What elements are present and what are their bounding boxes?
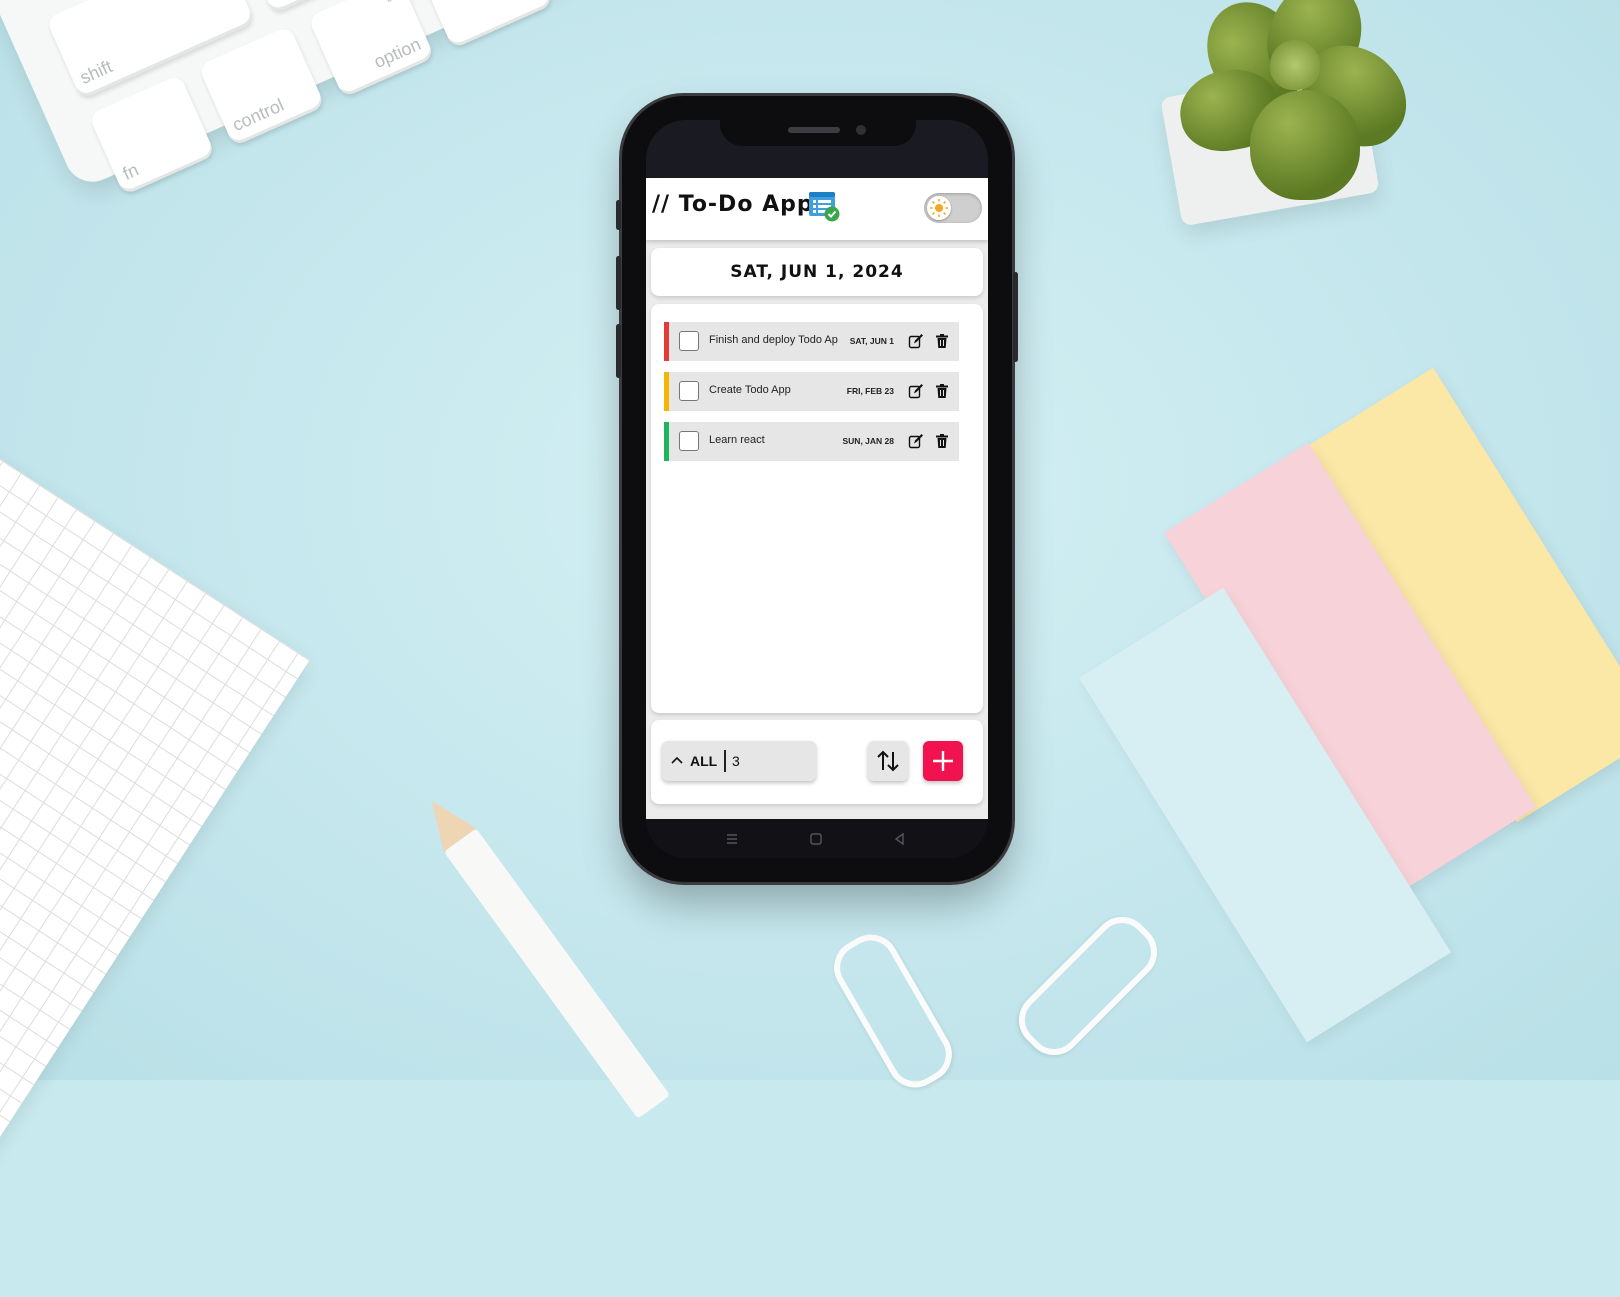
home-icon[interactable]	[808, 831, 824, 847]
todo-text: Finish and deploy Todo Ap	[709, 334, 838, 346]
trash-icon[interactable]	[934, 433, 950, 449]
app-header: // To-Do App	[646, 178, 988, 240]
theme-toggle[interactable]	[924, 193, 982, 223]
priority-bar	[664, 372, 669, 411]
todo-checkbox[interactable]	[679, 331, 699, 351]
trash-icon[interactable]	[934, 333, 950, 349]
pencil	[443, 828, 671, 1119]
current-date: SAT, JUN 1, 2024	[651, 248, 983, 296]
sun-icon	[927, 196, 951, 220]
key	[417, 0, 554, 49]
todo-item[interactable]: Finish and deploy Todo Ap SAT, JUN 1	[664, 322, 959, 361]
key-control: control	[198, 25, 326, 147]
add-todo-button[interactable]	[923, 741, 963, 781]
priority-bar	[664, 422, 669, 461]
todo-list: Finish and deploy Todo Ap SAT, JUN 1 Cre…	[651, 304, 983, 713]
key-fn: fn	[88, 74, 216, 196]
system-nav-bar	[646, 819, 988, 858]
todo-date: FRI, FEB 23	[846, 386, 894, 396]
todo-checkbox[interactable]	[679, 381, 699, 401]
todo-checkbox[interactable]	[679, 431, 699, 451]
edit-icon[interactable]	[908, 333, 924, 349]
plus-icon	[933, 751, 953, 771]
notch	[720, 120, 916, 146]
todo-item[interactable]: Learn react SUN, JAN 28	[664, 422, 959, 461]
paper-clip	[1007, 905, 1169, 1067]
filter-label: ALL	[690, 753, 718, 769]
edit-icon[interactable]	[908, 383, 924, 399]
todo-item[interactable]: Create Todo App FRI, FEB 23	[664, 372, 959, 411]
sort-icon	[877, 750, 899, 772]
chevron-up-icon	[671, 756, 683, 764]
keyboard: shift fn control alt option	[0, 0, 718, 196]
sort-button[interactable]	[868, 741, 908, 781]
priority-bar	[664, 322, 669, 361]
phone-screen: // To-Do App SAT, JUN 1, 2024 Finish and…	[646, 120, 988, 858]
spiral-notebook	[0, 355, 310, 1297]
app-title: // To-Do App	[652, 192, 814, 217]
edit-icon[interactable]	[908, 433, 924, 449]
back-icon[interactable]	[892, 831, 908, 847]
phone: // To-Do App SAT, JUN 1, 2024 Finish and…	[616, 96, 1018, 882]
checklist-icon	[809, 192, 840, 222]
menu-icon[interactable]	[724, 831, 740, 847]
todo-date: SUN, JAN 28	[842, 436, 895, 446]
todo-text: Learn react	[709, 434, 765, 446]
desk-background: shift fn control alt option	[0, 0, 1620, 1297]
todo-text: Create Todo App	[709, 384, 791, 396]
todo-count: 3	[732, 753, 740, 769]
bottom-toolbar: ALL 3	[651, 720, 983, 804]
divider	[724, 750, 726, 772]
filter-dropdown[interactable]: ALL 3	[662, 741, 816, 781]
key-option: alt option	[307, 0, 435, 98]
succulent-plant	[1150, 0, 1450, 240]
todo-date: SAT, JUN 1	[849, 336, 894, 346]
todo-app: // To-Do App SAT, JUN 1, 2024 Finish and…	[646, 178, 988, 819]
paper-clip	[823, 924, 963, 1098]
trash-icon[interactable]	[934, 383, 950, 399]
